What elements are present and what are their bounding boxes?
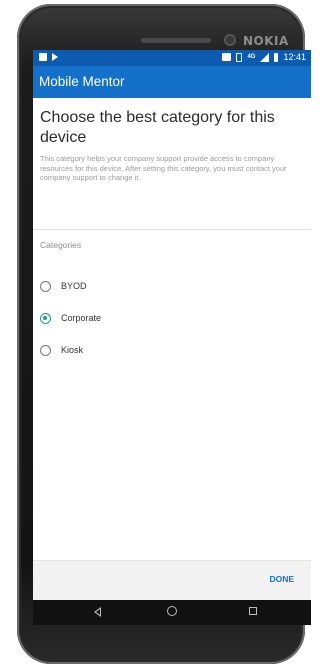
status-bar: 4G 12:41 <box>33 50 311 66</box>
status-bar-right-icons: 4G 12:41 <box>222 52 306 62</box>
radio-label-kiosk: Kiosk <box>61 345 84 355</box>
recents-icon[interactable] <box>249 607 257 615</box>
app-title: Mobile Mentor <box>33 66 311 98</box>
earpiece-speaker <box>141 38 211 43</box>
page-title: Choose the best category for this device <box>40 109 275 146</box>
battery-icon <box>274 52 279 62</box>
radio-option-corporate[interactable]: Corporate <box>40 310 101 326</box>
screen: 4G 12:41 Mobile Mentor Choose the best c… <box>33 50 311 600</box>
front-camera-icon <box>224 34 236 46</box>
radio-button-corporate[interactable] <box>40 312 51 324</box>
radio-button-byod[interactable] <box>40 280 51 292</box>
done-button[interactable]: DONE <box>269 574 294 584</box>
footer-bar: DONE <box>33 560 311 600</box>
signal-icon <box>260 52 270 62</box>
home-icon[interactable] <box>167 606 177 616</box>
radio-option-byod[interactable]: BYOD <box>40 278 87 294</box>
play-store-icon <box>52 53 58 61</box>
divider <box>33 229 311 230</box>
category-content: Choose the best category for this device… <box>33 98 311 560</box>
navigation-bar <box>33 600 311 625</box>
brand-logo: NOKIA <box>243 34 289 48</box>
vibrate-icon <box>236 52 243 62</box>
status-time: 12:41 <box>283 52 306 62</box>
radio-button-kiosk[interactable] <box>40 344 51 356</box>
briefcase-icon <box>222 53 232 61</box>
status-bar-left-icons <box>39 53 58 61</box>
radio-label-corporate: Corporate <box>61 313 102 323</box>
back-icon[interactable] <box>94 607 101 617</box>
categories-label: Categories <box>40 240 82 250</box>
radio-option-kiosk[interactable]: Kiosk <box>40 342 83 358</box>
network-4g-icon: 4G <box>247 54 256 60</box>
notification-icon <box>39 53 47 61</box>
page-description: This category helps your company support… <box>40 154 287 182</box>
radio-label-byod: BYOD <box>61 281 87 291</box>
